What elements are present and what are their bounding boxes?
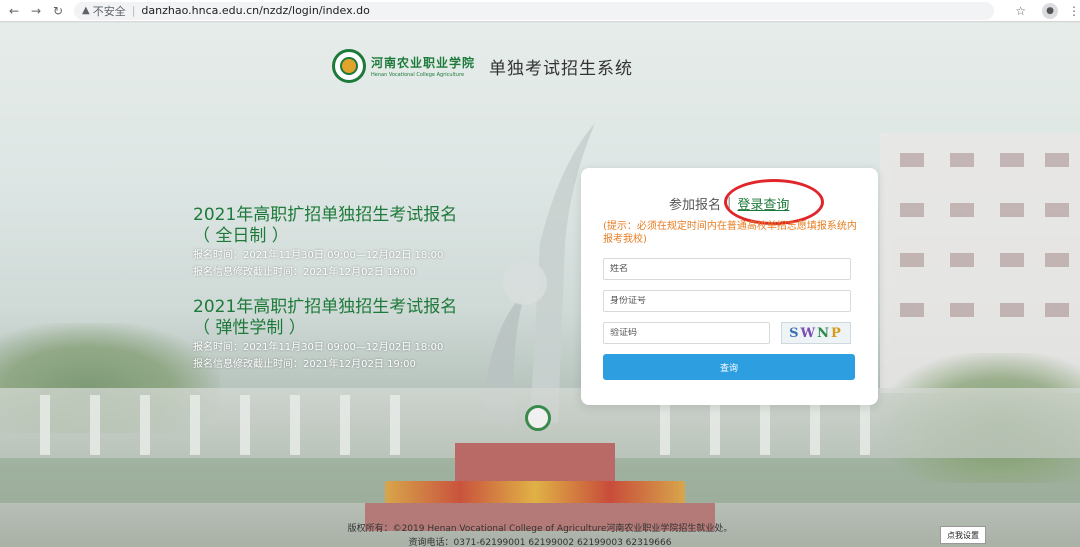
- settings-button[interactable]: 点我设置: [940, 526, 986, 544]
- captcha-field[interactable]: [603, 322, 770, 344]
- logo-text: 河南农业职业学院 Henan Vocational College Agricu…: [371, 54, 475, 78]
- address-bar[interactable]: ▲ 不安全 | danzhao.hnca.edu.cn/nzdz/login/i…: [74, 1, 994, 20]
- captcha-char: W: [800, 325, 818, 341]
- notice-reg-time: 报名时间：2021年11月30日 09:00—12月02日 18:00: [193, 250, 444, 261]
- notice-edit-deadline: 报名信息修改截止时间：2021年12月02日 19:00: [193, 359, 416, 370]
- footer: 版权所有：©2019 Henan Vocational College of A…: [0, 522, 1080, 547]
- logo-cn: 河南农业职业学院: [371, 56, 476, 70]
- tab-separator: |: [727, 196, 732, 211]
- college-logo-icon: [332, 49, 366, 83]
- notice-edit-deadline: 报名信息修改截止时间：2021年12月02日 19:00: [193, 267, 416, 278]
- campus-background: [0, 23, 1080, 547]
- notice-subtitle[interactable]: （ 全日制 ）: [193, 226, 457, 247]
- site-header: 河南农业职业学院 Henan Vocational College Agricu…: [332, 48, 633, 84]
- notice-subtitle[interactable]: （ 弹性学制 ）: [193, 318, 457, 339]
- captcha-input[interactable]: [610, 328, 763, 338]
- plinth: [455, 443, 615, 483]
- back-arrow-icon[interactable]: ←: [6, 3, 22, 19]
- captcha-image[interactable]: S W N P: [781, 322, 851, 344]
- id-number-input[interactable]: [610, 296, 844, 306]
- flowerbed: [385, 481, 685, 505]
- notice-flexible[interactable]: 2021年高职扩招单独招生考试报名 （ 弹性学制 ） 报名时间：2021年11月…: [193, 297, 457, 373]
- name-input[interactable]: [610, 264, 844, 274]
- copyright-text: 版权所有：©2019 Henan Vocational College of A…: [347, 524, 733, 534]
- name-field[interactable]: [603, 258, 851, 280]
- login-tabs: 参加报名 | 登录查询: [669, 194, 789, 213]
- profile-icon[interactable]: ●: [1042, 2, 1058, 19]
- login-card: 参加报名 | 登录查询 (提示：必须在规定时间内在普通高校单招志愿填报系统内报考…: [581, 168, 878, 405]
- tab-register[interactable]: 参加报名: [669, 194, 721, 213]
- query-button[interactable]: 查询: [603, 354, 855, 380]
- id-field[interactable]: [603, 290, 851, 312]
- url-separator: |: [131, 4, 136, 17]
- contact-phone: 资询电话：0371-62199001 62199002 62199003 623…: [408, 538, 672, 547]
- reload-icon[interactable]: ↻: [50, 3, 66, 19]
- notice-fulltime[interactable]: 2021年高职扩招单独招生考试报名 （ 全日制 ） 报名时间：2021年11月3…: [193, 205, 457, 281]
- url-text: danzhao.hnca.edu.cn/nzdz/login/index.do: [141, 4, 370, 17]
- notice-title[interactable]: 2021年高职扩招单独招生考试报名: [193, 297, 457, 318]
- tip-text: (提示：必须在规定时间内在普通高校单招志愿填报系统内报考我校): [603, 221, 857, 245]
- security-label: 不安全: [92, 4, 126, 18]
- tab-login-query[interactable]: 登录查询: [737, 194, 789, 213]
- browser-toolbar: ← → ↻ ▲ 不安全 | danzhao.hnca.edu.cn/nzdz/l…: [0, 0, 1080, 22]
- captcha-char: S: [789, 325, 801, 341]
- menu-icon[interactable]: ⋮: [1068, 4, 1080, 18]
- system-title: 单独考试招生系统: [489, 58, 634, 79]
- captcha-char: P: [831, 325, 843, 341]
- forward-arrow-icon[interactable]: →: [28, 3, 44, 19]
- notice-title[interactable]: 2021年高职扩招单独招生考试报名: [193, 205, 457, 226]
- logo-en: Henan Vocational College Agriculture: [371, 72, 465, 78]
- captcha-char: N: [817, 325, 832, 341]
- notice-reg-time: 报名时间：2021年11月30日 09:00—12月02日 18:00: [193, 342, 444, 353]
- star-icon[interactable]: ☆: [1015, 4, 1026, 18]
- warning-icon: ▲: [82, 5, 90, 16]
- emblem-small: [525, 405, 551, 431]
